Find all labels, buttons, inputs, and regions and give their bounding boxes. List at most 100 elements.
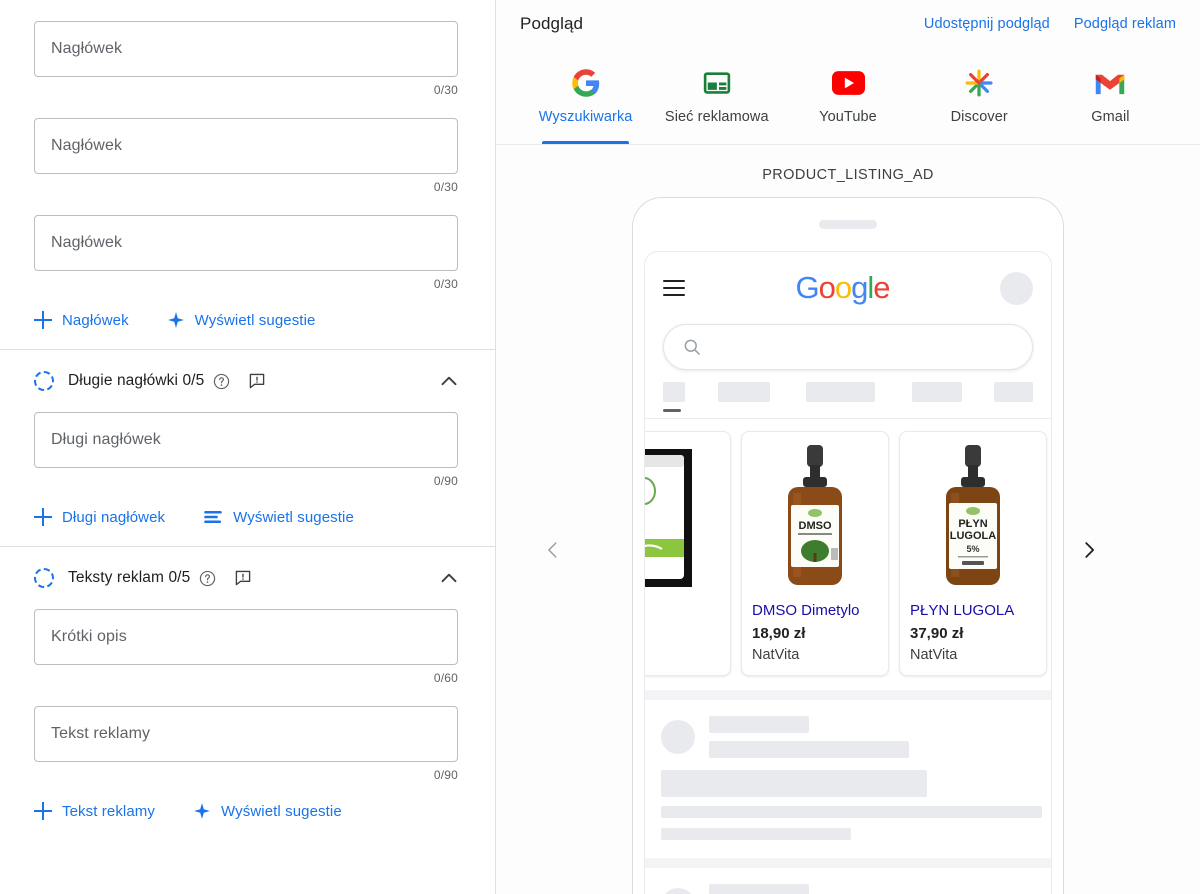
preview-channel-tabs: Wyszukiwarka Sieć reklamowa YouTube Disc… [496, 48, 1200, 145]
show-long-headline-suggestions-label: Wyświetl sugestie [233, 508, 354, 526]
svg-text:PŁYN: PŁYN [958, 518, 987, 530]
skeleton-line [661, 828, 851, 840]
headline-input-3[interactable]: Nagłówek [34, 215, 458, 271]
plus-icon [34, 802, 52, 820]
add-long-headline-label: Długi nagłówek [62, 508, 166, 526]
headline-field-group: Nagłówek 0/30 [34, 215, 461, 291]
google-g-icon [571, 66, 601, 100]
add-description-button[interactable]: Tekst reklamy [34, 802, 155, 820]
help-circle-icon[interactable] [213, 373, 230, 390]
results-separator [645, 690, 1051, 700]
product-title[interactable]: go [645, 602, 720, 619]
google-search-input[interactable] [663, 324, 1033, 370]
product-card[interactable]: DMSO DMSO Dimetylo 18,90 zł NatVita [741, 431, 889, 676]
long-headlines-title: Długie nagłówki 0/5 [68, 372, 205, 389]
tab-search[interactable]: Wyszukiwarka [520, 48, 651, 144]
headlines-actions: Nagłówek Wyświetl sugestie [34, 311, 461, 329]
product-merchant: NatVita [752, 647, 800, 663]
chevron-up-icon[interactable] [437, 566, 461, 590]
svg-text:5%: 5% [966, 544, 979, 554]
sparkle-icon [194, 803, 210, 819]
add-description-label: Tekst reklamy [62, 802, 155, 820]
search-icon [684, 339, 700, 355]
preview-panel: Podgląd Udostępnij podgląd Podgląd rekla… [496, 0, 1200, 894]
skeleton-line [709, 741, 909, 758]
show-description-suggestions-button[interactable]: Wyświetl sugestie [193, 802, 342, 820]
headline-input-2[interactable]: Nagłówek [34, 118, 458, 174]
product-card[interactable]: go [645, 431, 731, 676]
sparkle-icon [167, 312, 184, 328]
discover-icon [964, 66, 994, 100]
product-card[interactable]: PŁYN LUGOLA 5% PŁYN LUGOLA 37,90 zł NatV… [899, 431, 1047, 676]
tab-youtube[interactable]: YouTube [782, 48, 913, 144]
short-description-input[interactable]: Krótki opis [34, 609, 458, 665]
description-input[interactable]: Tekst reklamy [34, 706, 458, 762]
results-separator [645, 858, 1051, 868]
ad-preview-link[interactable]: Podgląd reklam [1074, 16, 1176, 32]
show-long-headline-suggestions-button[interactable]: Wyświetl sugestie [203, 509, 354, 526]
headline-field-group: Nagłówek 0/30 [34, 118, 461, 194]
headline-counter-3: 0/30 [433, 277, 458, 291]
skeleton-result-head [661, 884, 1035, 894]
svg-text:LUGOLA: LUGOLA [950, 530, 996, 542]
add-headline-button[interactable]: Nagłówek [34, 311, 129, 329]
add-headline-label: Nagłówek [62, 311, 129, 329]
headline-counter-2: 0/30 [433, 180, 458, 194]
preview-title: Podgląd [520, 14, 584, 33]
short-description-placeholder: Krótki opis [51, 628, 127, 645]
skeleton-title-lines [709, 716, 1035, 758]
share-preview-link[interactable]: Udostępnij podgląd [924, 16, 1050, 32]
ad-editor-screen: Nagłówek 0/30 Nagłówek 0/30 Nagłówek 0/3… [0, 0, 1200, 894]
skeleton-avatar [661, 720, 695, 754]
product-title[interactable]: DMSO Dimetylo [752, 602, 878, 619]
product-title[interactable]: PŁYN LUGOLA [910, 602, 1036, 619]
filter-chip-placeholder[interactable] [993, 382, 1033, 402]
headline-placeholder-3: Nagłówek [51, 234, 123, 251]
avatar[interactable] [1000, 271, 1033, 305]
headline-placeholder-1: Nagłówek [51, 40, 123, 57]
show-headline-suggestions-button[interactable]: Wyświetl sugestie [167, 311, 316, 329]
dashed-circle-icon [34, 371, 54, 391]
active-chip-underline [663, 409, 681, 412]
phone-mockup: Google DMSO DMSO Dimetylo 18,90 zł NatVi… [632, 197, 1064, 894]
carousel-next-button[interactable] [1074, 535, 1104, 565]
google-logo: Google [795, 270, 890, 305]
skeleton-result-head [661, 716, 1035, 758]
filter-chip-placeholder[interactable] [718, 382, 771, 402]
gmail-icon [1094, 66, 1126, 100]
search-filter-chips [645, 370, 1051, 412]
tab-display-network[interactable]: Sieć reklamowa [651, 48, 782, 144]
tab-discover[interactable]: Discover [914, 48, 1045, 144]
carousel-prev-button[interactable] [538, 535, 568, 565]
filter-chip-placeholder[interactable] [663, 382, 685, 402]
display-network-icon [702, 66, 732, 100]
tab-gmail[interactable]: Gmail [1045, 48, 1176, 144]
help-circle-icon[interactable] [199, 570, 216, 587]
long-headline-input-1[interactable]: Długi nagłówek [34, 412, 458, 468]
asset-form-panel: Nagłówek 0/30 Nagłówek 0/30 Nagłówek 0/3… [0, 0, 496, 894]
hamburger-menu-icon[interactable] [663, 280, 685, 296]
tab-gmail-label: Gmail [1091, 109, 1130, 125]
descriptions-header: Teksty reklam 0/5 [34, 547, 461, 609]
feedback-icon[interactable] [248, 372, 266, 390]
tab-discover-label: Discover [950, 109, 1008, 125]
product-merchant: NatVita [910, 647, 958, 663]
headline-input-1[interactable]: Nagłówek [34, 21, 458, 77]
show-headline-suggestions-label: Wyświetl sugestie [194, 311, 316, 329]
product-image: PŁYN LUGOLA 5% [910, 442, 1036, 594]
descriptions-section: Teksty reklam 0/5 Krótki opis 0/60 Tekst… [0, 547, 495, 820]
filter-chip-placeholder[interactable] [912, 382, 962, 402]
headline-counter-1: 0/30 [433, 83, 458, 97]
filter-chip-placeholder[interactable] [806, 382, 876, 402]
add-long-headline-button[interactable]: Długi nagłówek [34, 508, 165, 526]
short-description-counter: 0/60 [433, 671, 458, 685]
chevron-up-icon[interactable] [437, 369, 461, 393]
product-image [645, 442, 720, 594]
feedback-icon[interactable] [234, 569, 252, 587]
long-headline-field-group: Długi nagłówek 0/90 [34, 412, 461, 488]
chevron-left-icon [548, 542, 557, 558]
skeleton-result [645, 868, 1051, 894]
skeleton-line [661, 770, 927, 797]
skeleton-line [709, 716, 809, 733]
